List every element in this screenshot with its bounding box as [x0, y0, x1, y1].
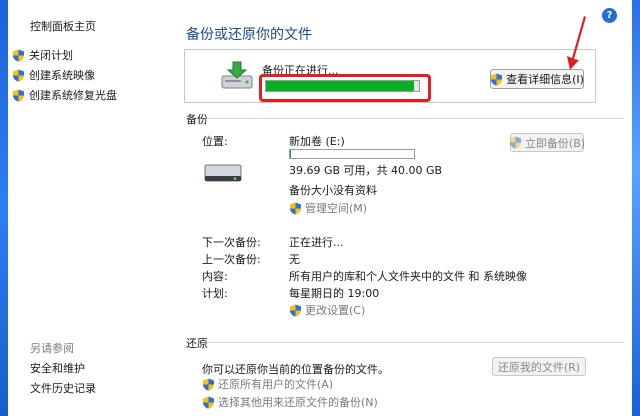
uac-shield-icon: [491, 73, 503, 86]
change-settings-link[interactable]: 更改设置(C): [289, 302, 365, 318]
contents-value: 所有用户的库和个人文件夹中的文件 和 系统映像: [289, 270, 527, 283]
see-also-security-maintenance-link[interactable]: 安全和维护: [30, 360, 85, 376]
help-icon[interactable]: ?: [602, 8, 617, 23]
backup-size-text: 备份大小没有资料: [289, 184, 377, 197]
annotation-highlight-box: [259, 74, 431, 102]
disk-space-bar: [289, 149, 415, 159]
see-also-file-history-link[interactable]: 文件历史记录: [30, 380, 96, 396]
restore-all-users-link[interactable]: 还原所有用户的文件(A): [202, 376, 333, 392]
restore-my-files-label: 还原我的文件(R): [497, 360, 581, 374]
location-value: 新加卷 (E:): [289, 135, 345, 148]
select-other-backup-label: 选择其他用来还原文件的备份(N): [218, 396, 378, 409]
change-settings-label: 更改设置(C): [305, 304, 366, 317]
restore-my-files-button[interactable]: 还原我的文件(R): [492, 357, 586, 376]
manage-space-label: 管理空间(M): [305, 202, 368, 215]
select-other-backup-link[interactable]: 选择其他用来还原文件的备份(N): [202, 394, 378, 410]
backup-drive-icon: [221, 61, 253, 89]
uac-shield-icon: [203, 378, 214, 391]
hard-drive-icon: [204, 164, 242, 182]
see-also-heading: 另请参阅: [30, 342, 74, 355]
uac-shield-icon: [13, 49, 24, 62]
backup-section-divider: [206, 118, 624, 119]
sidebar-item-create-system-image[interactable]: 创建系统映像: [12, 67, 95, 83]
sidebar-item-label: 创建系统修复光盘: [29, 89, 117, 102]
main-content: ? 备份或还原你的文件 备份正在进行... 查看详细信息(I) 备份 位置: 新…: [170, 0, 632, 416]
backup-now-button[interactable]: 立即备份(B): [509, 133, 586, 152]
sidebar-item-turn-off-schedule[interactable]: 关闭计划: [12, 47, 73, 63]
uac-shield-icon: [290, 304, 301, 317]
desktop-edge-left: [0, 0, 8, 416]
backup-now-label: 立即备份(B): [524, 136, 586, 150]
restore-description: 你可以还原你当前的位置备份的文件。: [202, 363, 389, 376]
uac-shield-icon: [203, 396, 214, 409]
manage-space-link[interactable]: 管理空间(M): [289, 200, 367, 216]
desktop-edge-right: [632, 0, 640, 416]
restore-section-heading: 还原: [186, 337, 208, 350]
sidebar-item-label: 创建系统映像: [29, 69, 95, 82]
contents-label: 内容:: [202, 270, 228, 283]
last-backup-label: 上一次备份:: [202, 253, 261, 266]
schedule-value: 每星期日的 19:00: [289, 287, 380, 300]
sidebar-item-label: 关闭计划: [29, 49, 73, 62]
restore-all-users-label: 还原所有用户的文件(A): [218, 378, 334, 391]
uac-shield-icon: [290, 202, 301, 215]
last-backup-value: 无: [289, 253, 300, 266]
disk-space-used-fill: [290, 150, 291, 158]
next-backup-label: 下一次备份:: [202, 236, 261, 249]
schedule-label: 计划:: [202, 287, 228, 300]
sidebar-item-create-repair-disc[interactable]: 创建系统修复光盘: [12, 87, 117, 103]
backup-section-heading: 备份: [186, 113, 208, 126]
next-backup-value: 正在进行...: [289, 236, 344, 249]
backup-status-panel: 备份正在进行... 查看详细信息(I): [184, 49, 596, 103]
free-space-text: 39.69 GB 可用，共 40.00 GB: [289, 164, 443, 177]
annotation-arrow-icon: [567, 16, 586, 70]
uac-shield-icon: [509, 136, 521, 149]
control-panel-home-link[interactable]: 控制面板主页: [30, 18, 96, 34]
uac-shield-icon: [13, 89, 24, 102]
location-label: 位置:: [202, 135, 228, 148]
uac-shield-icon: [13, 69, 24, 82]
restore-section-divider: [206, 342, 624, 343]
sidebar: 控制面板主页 关闭计划 创建系统映像 创建系统修复光盘 另请参阅 安全和维护 文…: [8, 0, 170, 416]
page-title: 备份或还原你的文件: [186, 27, 312, 43]
